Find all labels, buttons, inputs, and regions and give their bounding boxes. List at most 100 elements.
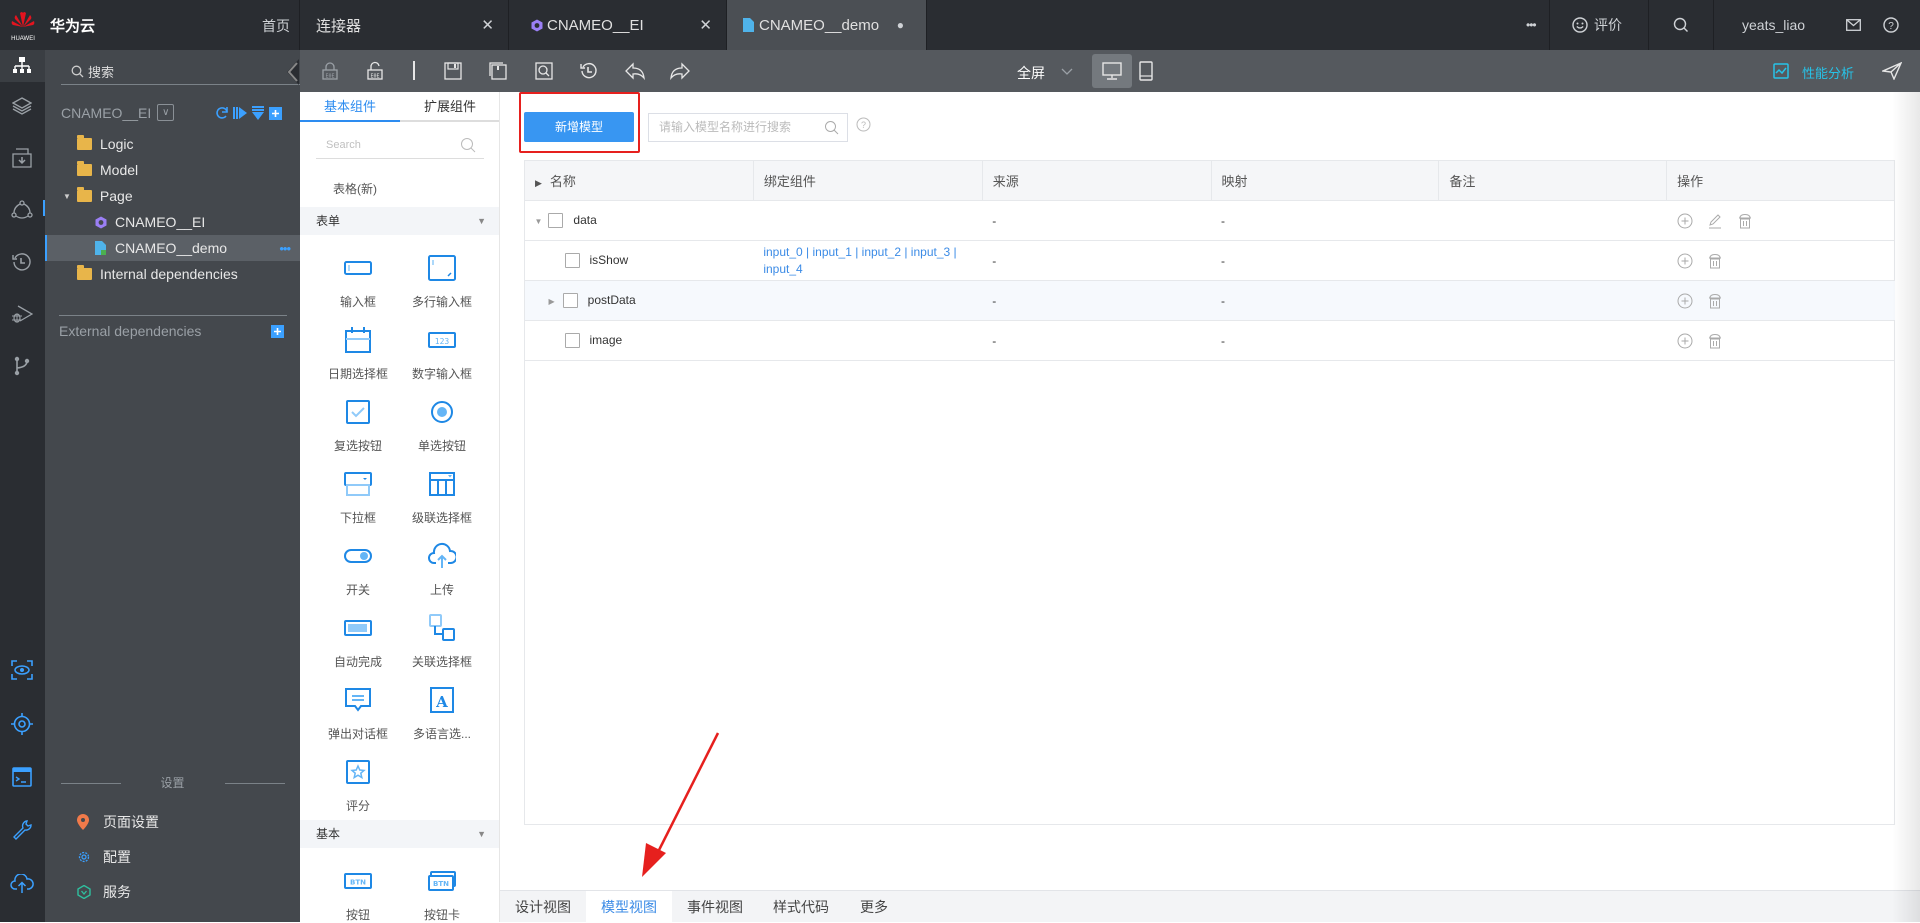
component-number-input[interactable]: 123 数字输入框 bbox=[400, 326, 484, 382]
more-options-icon[interactable]: ••• bbox=[279, 241, 291, 256]
feedback-button[interactable]: 评价 bbox=[1572, 0, 1622, 50]
tab-event-view[interactable]: 事件视图 bbox=[672, 891, 758, 923]
undo-icon[interactable] bbox=[625, 61, 645, 81]
import-icon[interactable] bbox=[10, 146, 34, 170]
chevron-down-icon[interactable]: ∨ bbox=[157, 104, 175, 121]
row-checkbox[interactable] bbox=[564, 253, 580, 269]
help-icon[interactable]: ? bbox=[856, 117, 871, 132]
component-upload[interactable]: 上传 bbox=[400, 542, 484, 598]
search-button[interactable] bbox=[1673, 0, 1689, 50]
app-structure-icon[interactable] bbox=[10, 54, 34, 78]
component-autocomplete[interactable]: 自动完成 bbox=[316, 614, 400, 670]
col-name[interactable]: ▶ 名称 bbox=[524, 160, 754, 201]
tree-item-page[interactable]: ▼ Page bbox=[45, 183, 300, 209]
component-input[interactable]: 输入框 bbox=[316, 254, 400, 310]
component-search-input[interactable]: Search bbox=[316, 133, 484, 159]
component-table-new[interactable]: 表格(新) bbox=[333, 180, 377, 197]
tab-more[interactable]: 更多 bbox=[844, 891, 904, 923]
add-child-icon[interactable] bbox=[1677, 293, 1693, 309]
history-icon[interactable] bbox=[579, 61, 599, 81]
terminal-icon[interactable] bbox=[10, 765, 34, 789]
tree-item-logic[interactable]: Logic bbox=[45, 131, 300, 157]
table-row[interactable]: ▶ postData - - bbox=[524, 280, 1895, 321]
refresh-icon[interactable] bbox=[215, 106, 229, 120]
add-child-icon[interactable] bbox=[1677, 253, 1693, 269]
tab-cnameo-demo[interactable]: CNAMEO__demo ● bbox=[727, 0, 927, 50]
tab-extended-components[interactable]: 扩展组件 bbox=[400, 92, 499, 122]
tree-item-internal-dependencies[interactable]: Internal dependencies bbox=[45, 261, 300, 287]
settings-item-config[interactable]: 配置 bbox=[77, 847, 131, 867]
component-button[interactable]: BTN 按钮 bbox=[316, 867, 400, 922]
sidebar-search-input[interactable]: 搜索 bbox=[61, 57, 300, 85]
tab-style-code[interactable]: 样式代码 bbox=[758, 891, 844, 923]
collapse-all-icon[interactable] bbox=[251, 106, 265, 120]
mail-button[interactable] bbox=[1846, 0, 1861, 50]
screen-mode-select[interactable]: 全屏 bbox=[1017, 63, 1045, 83]
preview-icon[interactable] bbox=[10, 658, 34, 682]
unlock-icon[interactable]: E0E bbox=[365, 61, 385, 81]
debug-run-icon[interactable] bbox=[10, 302, 34, 326]
tree-item-cnameo-demo[interactable]: CNAMEO__demo ••• bbox=[45, 235, 300, 261]
external-dependencies-label[interactable]: External dependencies bbox=[59, 323, 201, 339]
add-icon[interactable] bbox=[269, 106, 282, 120]
layers-icon[interactable] bbox=[10, 94, 34, 118]
component-dialog[interactable]: 弹出对话框 bbox=[316, 686, 400, 742]
model-search-input[interactable]: 请输入模型名称进行搜索 bbox=[648, 113, 848, 142]
table-row[interactable]: image - - bbox=[524, 320, 1895, 361]
caret-down-icon[interactable]: ▼ bbox=[63, 192, 71, 201]
group-form[interactable]: 表单 ▼ bbox=[300, 207, 499, 235]
target-icon[interactable] bbox=[10, 712, 34, 736]
save-icon[interactable] bbox=[443, 61, 463, 81]
tab-model-view[interactable]: 模型视图 bbox=[586, 891, 672, 923]
component-select[interactable]: 下拉框 bbox=[316, 470, 400, 526]
delete-icon[interactable] bbox=[1707, 253, 1723, 269]
preview-page-icon[interactable] bbox=[534, 61, 554, 81]
save-all-icon[interactable] bbox=[488, 61, 508, 81]
tree-item-cnameo-ei[interactable]: CNAMEO__EI bbox=[45, 209, 300, 235]
tab-basic-components[interactable]: 基本组件 bbox=[300, 92, 400, 122]
help-button[interactable]: ? bbox=[1883, 0, 1899, 50]
caret-down-icon[interactable]: ▼ bbox=[535, 217, 543, 226]
add-child-icon[interactable] bbox=[1677, 213, 1693, 229]
component-checkbox[interactable]: 复选按钮 bbox=[316, 398, 400, 454]
component-date-picker[interactable]: 日期选择框 bbox=[316, 326, 400, 382]
expand-all-icon[interactable] bbox=[233, 106, 247, 120]
component-switch[interactable]: 开关 bbox=[316, 542, 400, 598]
user-name[interactable]: yeats_liao bbox=[1742, 0, 1805, 50]
component-textarea[interactable]: 多行输入框 bbox=[400, 254, 484, 310]
mobile-icon[interactable] bbox=[1139, 61, 1153, 81]
integration-icon[interactable] bbox=[10, 198, 34, 222]
tab-cnameo-ei[interactable]: CNAMEO__EI ✕ bbox=[509, 0, 727, 50]
caret-right-icon[interactable]: ▶ bbox=[549, 297, 555, 306]
tree-item-model[interactable]: Model bbox=[45, 157, 300, 183]
close-icon[interactable]: ✕ bbox=[481, 16, 494, 34]
table-row[interactable]: ▼ data - - bbox=[524, 200, 1895, 241]
close-icon[interactable]: ✕ bbox=[699, 16, 712, 34]
binding-links[interactable]: input_0 | input_1 | input_2 | input_3 | … bbox=[763, 245, 956, 276]
more-menu-button[interactable]: ••• bbox=[1526, 0, 1537, 50]
huawei-logo[interactable]: HUAWEI bbox=[8, 9, 38, 43]
row-checkbox[interactable] bbox=[564, 333, 580, 349]
component-cascader[interactable]: 级联选择框 bbox=[400, 470, 484, 526]
row-checkbox[interactable] bbox=[562, 293, 578, 309]
component-related-select[interactable]: 关联选择框 bbox=[400, 614, 484, 670]
collapse-sidebar-icon[interactable] bbox=[285, 59, 299, 85]
history-icon[interactable] bbox=[10, 250, 34, 274]
add-child-icon[interactable] bbox=[1677, 333, 1693, 349]
performance-analysis-button[interactable]: 性能分析 bbox=[1802, 63, 1854, 82]
group-basic[interactable]: 基本 ▼ bbox=[300, 820, 499, 848]
edit-icon[interactable] bbox=[1707, 213, 1723, 229]
row-checkbox[interactable] bbox=[548, 213, 564, 229]
home-link[interactable]: 首页 bbox=[262, 16, 290, 36]
component-radio[interactable]: 单选按钮 bbox=[400, 398, 484, 454]
tab-connector[interactable]: 连接器 ✕ bbox=[300, 0, 509, 50]
add-model-button[interactable]: 新增模型 bbox=[524, 112, 634, 142]
unsaved-dot-icon[interactable]: ● bbox=[897, 18, 904, 32]
branch-icon[interactable] bbox=[10, 354, 34, 378]
table-row[interactable]: isShow input_0 | input_1 | input_2 | inpu… bbox=[524, 240, 1895, 281]
component-rating[interactable]: 评分 bbox=[316, 758, 400, 814]
lock-icon[interactable]: E0E bbox=[320, 61, 340, 81]
chevron-down-icon[interactable] bbox=[1061, 68, 1073, 76]
add-external-dependency-icon[interactable] bbox=[271, 325, 284, 338]
project-selector[interactable]: CNAMEO__EI ∨ bbox=[61, 104, 175, 121]
